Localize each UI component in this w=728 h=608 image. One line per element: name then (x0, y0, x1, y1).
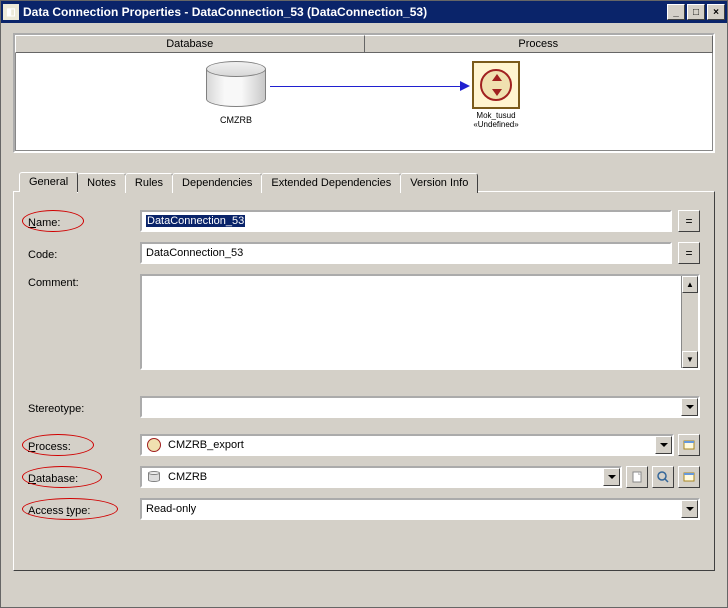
process-properties-button[interactable] (678, 434, 700, 456)
database-dropdown[interactable]: CMZRB (140, 466, 622, 488)
accesstype-dropdown[interactable]: Read-only (140, 498, 700, 520)
process-icon (472, 61, 520, 109)
properties-icon (682, 438, 696, 452)
name-label: Name: (28, 214, 140, 229)
process-label: Process: (28, 438, 140, 453)
comment-label: Comment: (28, 274, 140, 289)
arrow-line (270, 86, 462, 87)
tab-strip: General Notes Rules Dependencies Extende… (13, 171, 715, 191)
name-sync-button[interactable]: = (678, 210, 700, 232)
accesstype-value: Read-only (146, 503, 196, 515)
diagram-header-process: Process (364, 35, 714, 53)
new-icon (630, 470, 644, 484)
maximize-button[interactable]: □ (687, 4, 705, 20)
properties-window: ◧ Data Connection Properties - DataConne… (0, 0, 728, 608)
stereotype-dropdown[interactable] (140, 396, 700, 418)
code-field[interactable] (140, 242, 672, 264)
window-icon: ◧ (3, 4, 19, 20)
titlebar: ◧ Data Connection Properties - DataConne… (1, 1, 727, 23)
process-icon (146, 437, 162, 453)
database-icon (206, 61, 266, 111)
tab-page-general: Name: DataConnection_53 = Code: = Commen… (13, 191, 715, 571)
process-value: CMZRB_export (168, 439, 244, 451)
process-dropdown[interactable]: CMZRB_export (140, 434, 674, 456)
database-label: Database: (28, 470, 140, 485)
tab-dependencies[interactable]: Dependencies (172, 173, 262, 193)
chevron-down-icon[interactable] (603, 468, 620, 486)
arrow-head-icon (460, 81, 470, 91)
diagram-header-database: Database (15, 35, 364, 53)
database-new-button[interactable] (626, 466, 648, 488)
comment-scrollbar[interactable]: ▲ ▼ (681, 276, 698, 368)
tab-notes[interactable]: Notes (77, 173, 126, 193)
tab-version-info[interactable]: Version Info (400, 173, 478, 193)
minimize-button[interactable]: _ (667, 4, 685, 20)
database-icon (146, 469, 162, 485)
database-properties-button[interactable] (678, 466, 700, 488)
tab-rules[interactable]: Rules (125, 173, 173, 193)
window-title: Data Connection Properties - DataConnect… (23, 5, 667, 19)
database-node-label: CMZRB (206, 115, 266, 125)
accesstype-label: Access type: (28, 502, 140, 517)
close-button[interactable]: × (707, 4, 725, 20)
process-node-label: Mok_tusud «Undefined» (446, 111, 546, 129)
tab-general[interactable]: General (19, 172, 78, 192)
database-browse-button[interactable] (652, 466, 674, 488)
search-icon (656, 470, 670, 484)
comment-field[interactable] (142, 276, 681, 368)
code-label: Code: (28, 246, 140, 261)
scroll-down-icon[interactable]: ▼ (682, 351, 698, 368)
name-field[interactable]: DataConnection_53 (140, 210, 672, 232)
database-value: CMZRB (168, 471, 207, 483)
code-sync-button[interactable]: = (678, 242, 700, 264)
chevron-down-icon[interactable] (655, 436, 672, 454)
chevron-down-icon[interactable] (681, 500, 698, 518)
tab-extended-dependencies[interactable]: Extended Dependencies (261, 173, 401, 193)
properties-icon (682, 470, 696, 484)
connection-diagram: Database Process CMZRB Mok_tusud «Undefi… (13, 33, 715, 153)
scroll-up-icon[interactable]: ▲ (682, 276, 698, 293)
stereotype-label: Stereotype: (28, 400, 140, 415)
chevron-down-icon[interactable] (681, 398, 698, 416)
